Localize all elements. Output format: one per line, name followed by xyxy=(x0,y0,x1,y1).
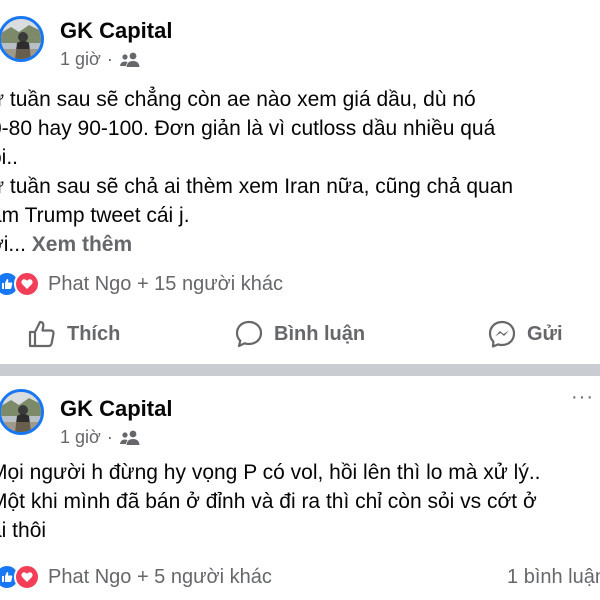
reaction-icons xyxy=(0,271,40,297)
reactions-summary[interactable]: Phat Ngo + 5 người khác xyxy=(0,564,272,590)
post-meta: 1 giờ · xyxy=(60,427,141,448)
friends-icon xyxy=(119,430,140,445)
reactions-text: Phat Ngo + 5 người khác xyxy=(48,565,272,588)
post-line: Mọi người h đừng hy vọng P có vol, hồi l… xyxy=(0,461,541,484)
like-button[interactable]: Thích xyxy=(27,319,120,349)
thumbs-up-icon xyxy=(28,320,55,348)
love-reaction-icon xyxy=(14,564,40,590)
reaction-icons xyxy=(0,564,40,590)
post-meta: 1 giờ · xyxy=(60,49,141,70)
comment-bubble-icon xyxy=(235,320,263,348)
send-label: Gửi xyxy=(527,322,563,345)
post-line: ừ tuần sau sẽ chẳng còn ae nào xem giá d… xyxy=(0,88,476,111)
post-author[interactable]: GK Capital xyxy=(60,18,172,44)
dot-separator: · xyxy=(106,49,113,69)
dot-separator: · xyxy=(106,427,113,447)
post-time[interactable]: 1 giờ xyxy=(60,49,101,70)
comment-button[interactable]: Bình luận xyxy=(234,319,365,349)
post-line: 0-80 hay 90-100. Đơn giản là vì cutloss … xyxy=(0,117,496,140)
post-line: ồi.. xyxy=(0,146,19,169)
more-options-button[interactable]: ··· xyxy=(571,386,594,409)
post-line: âm Trump tweet cái j. xyxy=(0,204,190,227)
like-label: Thích xyxy=(67,322,121,345)
post-2: GK Capital 1 giờ · ··· Mọi người h đừng … xyxy=(0,376,600,600)
post-line: ởi... xyxy=(0,233,26,256)
reactions-text: Phat Ngo + 15 người khác xyxy=(48,272,283,295)
post-line: ừ tuần sau sẽ chả ai thèm xem Iran nữa, … xyxy=(0,175,514,198)
avatar[interactable] xyxy=(0,16,44,62)
post-1: GK Capital 1 giờ · ừ tuần sau sẽ chẳng c… xyxy=(0,0,600,364)
avatar[interactable] xyxy=(0,389,44,435)
messenger-icon xyxy=(488,320,516,348)
post-actions: Thích Bình luận Gửi xyxy=(0,314,600,354)
see-more-link[interactable]: Xem thêm xyxy=(32,233,132,256)
post-body: ừ tuần sau sẽ chẳng còn ae nào xem giá d… xyxy=(0,85,513,259)
comments-count-link[interactable]: 1 bình luận xyxy=(507,566,600,589)
friends-icon xyxy=(119,52,140,67)
post-line-last: ởi... Xem thêm xyxy=(0,230,513,259)
post-body: Mọi người h đừng hy vọng P có vol, hồi l… xyxy=(0,458,541,545)
post-time[interactable]: 1 giờ xyxy=(60,427,101,448)
send-button[interactable]: Gửi xyxy=(487,319,563,349)
post-line: ại thôi xyxy=(0,519,47,542)
love-reaction-icon xyxy=(14,271,40,297)
comment-label: Bình luận xyxy=(274,322,366,345)
post-line: Một khi mình đã bán ở đỉnh và đi ra thì … xyxy=(0,490,537,513)
post-author[interactable]: GK Capital xyxy=(60,396,172,422)
reactions-summary[interactable]: Phat Ngo + 15 người khác xyxy=(0,271,283,297)
post-divider xyxy=(0,364,600,376)
